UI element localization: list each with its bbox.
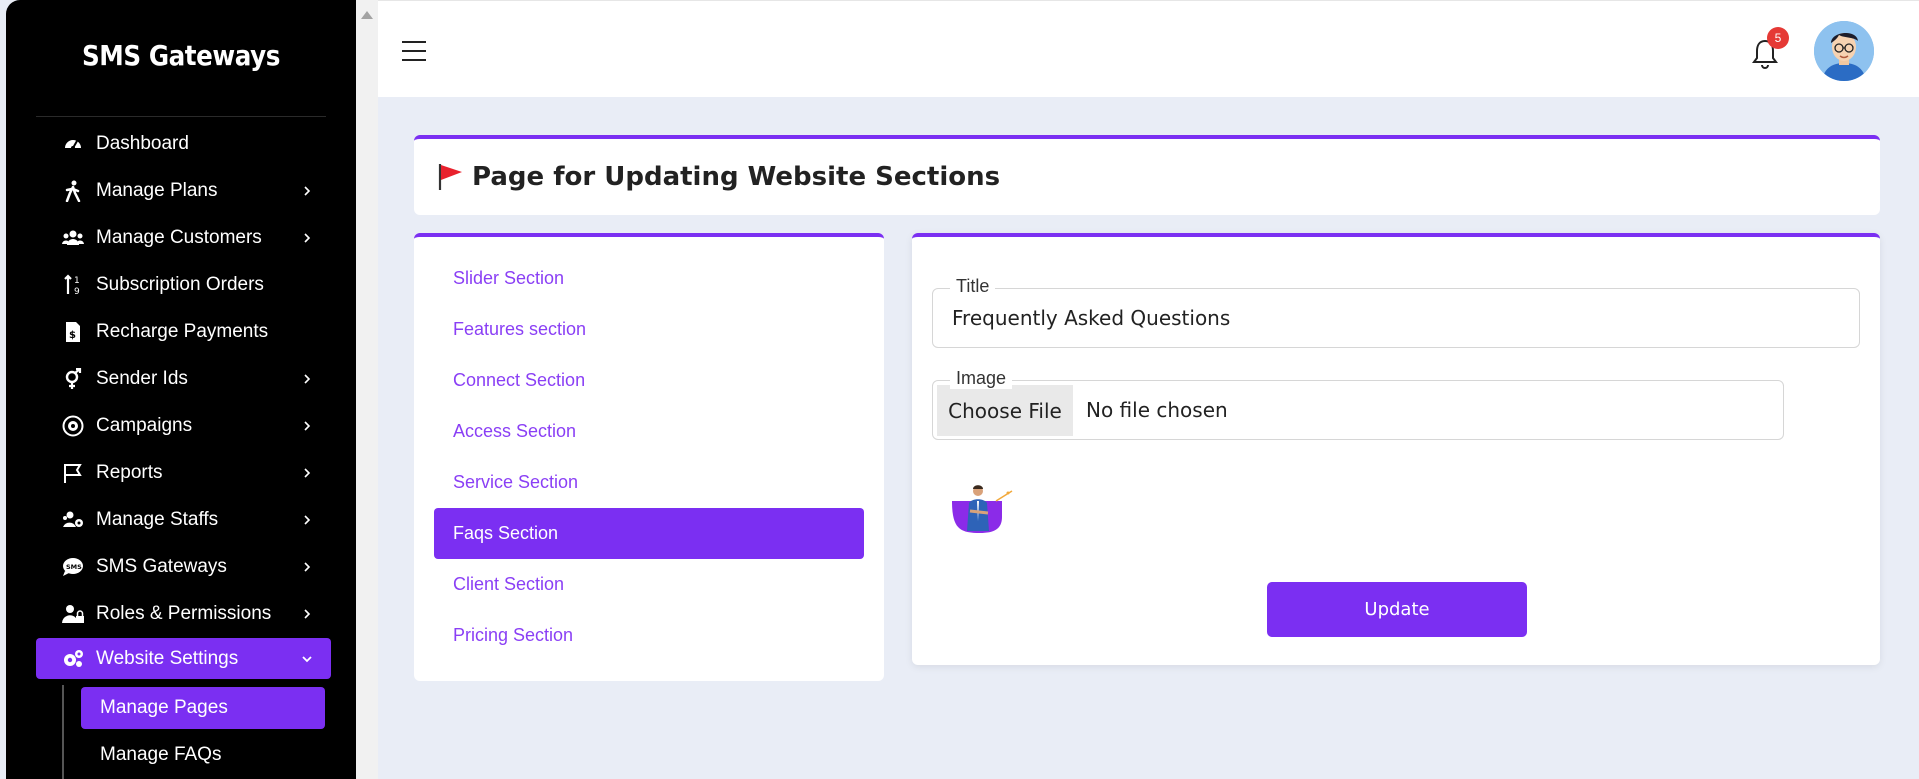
section-link-access[interactable]: Access Section <box>434 406 864 457</box>
gender-icon <box>62 367 84 390</box>
sidebar-item-label: Reports <box>96 461 163 483</box>
sidebar-item-label: Roles & Permissions <box>96 602 272 624</box>
sidebar-item-sms-gateways[interactable]: SMS SMS Gateways <box>36 543 331 590</box>
page-header-card: Page for Updating Website Sections <box>414 135 1880 215</box>
user-lock-icon <box>62 603 84 625</box>
scrollbar[interactable] <box>356 0 378 779</box>
chevron-right-icon <box>304 561 311 572</box>
section-link-client[interactable]: Client Section <box>434 559 864 610</box>
section-image-preview <box>952 485 1013 533</box>
website-settings-submenu: Manage Pages Manage FAQs <box>66 687 331 776</box>
section-edit-form: Title Choose File No file chosen Image U… <box>912 233 1880 665</box>
flag-icon <box>62 462 84 484</box>
sidebar-item-label: Manage Customers <box>96 226 262 248</box>
chevron-right-icon <box>304 232 311 243</box>
sidebar-item-label: Subscription Orders <box>96 273 264 295</box>
sidebar-item-label: Campaigns <box>96 414 193 436</box>
walking-person-icon <box>62 180 84 202</box>
sidebar-item-label: Dashboard <box>96 132 189 154</box>
sidebar-item-recharge-payments[interactable]: $ Recharge Payments <box>36 308 331 355</box>
top-bar: 5 <box>378 0 1919 97</box>
svg-text:SMS: SMS <box>66 563 82 571</box>
chevron-right-icon <box>304 185 311 196</box>
campaign-icon <box>62 415 84 437</box>
title-input[interactable] <box>932 288 1860 348</box>
choose-file-button[interactable]: Choose File <box>937 385 1073 436</box>
image-file-input[interactable]: Choose File No file chosen <box>932 380 1784 440</box>
section-link-service[interactable]: Service Section <box>434 457 864 508</box>
chevron-right-icon <box>304 467 311 478</box>
sidebar-item-dashboard[interactable]: Dashboard <box>36 120 331 167</box>
gauge-icon <box>62 133 84 155</box>
section-link-faqs[interactable]: Faqs Section <box>434 508 864 559</box>
svg-text:1: 1 <box>74 276 80 286</box>
submenu-guide-line <box>62 685 64 779</box>
red-flag-icon <box>438 164 462 190</box>
chevron-right-icon <box>304 608 311 619</box>
submenu-item-manage-pages[interactable]: Manage Pages <box>81 687 325 729</box>
invoice-icon: $ <box>62 321 84 343</box>
page-title: Page for Updating Website Sections <box>472 162 1001 192</box>
chevron-right-icon <box>304 420 311 431</box>
svg-text:$: $ <box>69 330 76 341</box>
sidebar-item-label: Website Settings <box>96 647 239 669</box>
sidebar-item-subscription-orders[interactable]: 19 Subscription Orders <box>36 261 331 308</box>
chevron-right-icon <box>304 514 311 525</box>
image-label: Image <box>950 368 1013 389</box>
sidebar-item-sender-ids[interactable]: Sender Ids <box>36 355 331 402</box>
sidebar-item-label: Sender Ids <box>96 367 188 389</box>
sidebar-item-reports[interactable]: Reports <box>36 449 331 496</box>
chevron-down-icon <box>302 655 312 662</box>
sidebar-menu: Dashboard Manage Plans Manage Customers … <box>36 120 331 679</box>
brand-divider <box>36 116 326 117</box>
scroll-up-arrow-icon[interactable] <box>361 11 373 19</box>
gears-icon <box>62 648 84 670</box>
sidebar-item-manage-staffs[interactable]: Manage Staffs <box>36 496 331 543</box>
sidebar-item-label: Manage Plans <box>96 179 218 201</box>
file-status-text: No file chosen <box>1086 398 1228 422</box>
users-icon <box>62 227 84 249</box>
svg-text:9: 9 <box>74 287 80 296</box>
update-button[interactable]: Update <box>1267 582 1527 637</box>
menu-toggle-icon[interactable] <box>402 41 426 61</box>
notification-badge: 5 <box>1767 27 1789 49</box>
submenu-item-manage-faqs[interactable]: Manage FAQs <box>81 734 325 776</box>
sidebar-item-manage-plans[interactable]: Manage Plans <box>36 167 331 214</box>
sidebar-item-manage-customers[interactable]: Manage Customers <box>36 214 331 261</box>
brand-title: SMS Gateways <box>81 38 280 72</box>
section-link-slider[interactable]: Slider Section <box>434 253 864 304</box>
sort-icon: 19 <box>62 273 84 296</box>
sidebar-item-label: SMS Gateways <box>96 555 227 577</box>
sidebar-item-campaigns[interactable]: Campaigns <box>36 402 331 449</box>
chevron-right-icon <box>304 373 311 384</box>
staff-gear-icon <box>62 509 84 531</box>
sections-list-card: Slider Section Features section Connect … <box>414 233 884 681</box>
sidebar-item-roles-permissions[interactable]: Roles & Permissions <box>36 590 331 637</box>
sidebar: SMS Gateways Dashboard Manage Plans Mana… <box>6 0 356 779</box>
sidebar-item-label: Manage Staffs <box>96 508 219 530</box>
section-link-features[interactable]: Features section <box>434 304 864 355</box>
sidebar-item-label: Recharge Payments <box>96 320 269 342</box>
title-label: Title <box>950 276 996 297</box>
sms-bubble-icon: SMS <box>62 556 84 578</box>
sidebar-item-website-settings[interactable]: Website Settings <box>36 638 331 679</box>
avatar[interactable] <box>1814 21 1874 81</box>
section-link-connect[interactable]: Connect Section <box>434 355 864 406</box>
section-link-pricing[interactable]: Pricing Section <box>434 610 864 661</box>
